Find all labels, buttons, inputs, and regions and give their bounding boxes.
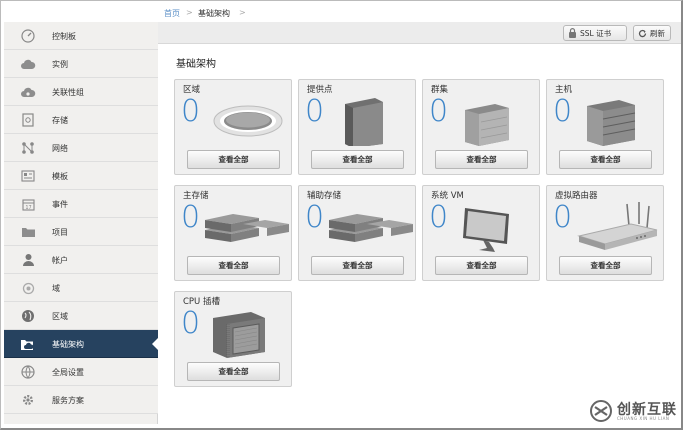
sidebar-item-templates[interactable]: 模板 (4, 162, 158, 190)
card-count: 0 (305, 94, 325, 129)
gear-icon (20, 392, 36, 408)
card-cpu-sockets: CPU 插槽 0 查看全部 (174, 291, 292, 387)
calendar-icon: 17 (20, 196, 36, 212)
refresh-button[interactable]: 刷新 (633, 25, 671, 41)
card-count: 0 (429, 200, 449, 235)
sidebar-item-instances[interactable]: 实例 (4, 50, 158, 78)
refresh-label: 刷新 (650, 28, 665, 38)
storage-icon (20, 112, 36, 128)
sidebar-item-network[interactable]: 网络 (4, 134, 158, 162)
view-all-button[interactable]: 查看全部 (311, 150, 404, 169)
card-secondary-storage: 辅助存储 0 查看全部 (298, 185, 416, 281)
sidebar-item-events[interactable]: 17 事件 (4, 190, 158, 218)
view-all-button[interactable]: 查看全部 (187, 256, 280, 275)
sidebar-item-accounts[interactable]: 帐户 (4, 246, 158, 274)
page-title: 基础架构 (176, 59, 216, 70)
lock-icon (568, 28, 577, 38)
main-content: 基础架构 区域 0 查看全部 提供点 0 查看全部 群集 0 查看全部 主机 0… (158, 45, 681, 424)
breadcrumb-separator: > (239, 8, 246, 17)
system-vm-icon (451, 202, 537, 252)
sidebar-item-label: 项目 (52, 228, 68, 237)
host-icon (575, 96, 661, 146)
user-icon (20, 252, 36, 268)
zone-icon (203, 96, 289, 146)
breadcrumb-separator: > (186, 8, 193, 17)
card-count: 0 (181, 94, 201, 129)
sidebar-item-label: 域 (52, 284, 60, 293)
toolbar: SSL 证书 刷新 (158, 22, 681, 44)
domain-icon (20, 280, 36, 296)
breadcrumb: 首页 > 基础架构 > (158, 4, 681, 22)
sidebar-item-domains[interactable]: 域 (4, 274, 158, 302)
secondary-storage-icon (327, 202, 413, 252)
svg-text:17: 17 (25, 205, 31, 211)
card-count: 0 (553, 200, 573, 235)
world-settings-icon (20, 364, 36, 380)
sidebar-item-zones[interactable]: 区域 (4, 302, 158, 330)
sidebar-item-label: 控制板 (52, 32, 76, 41)
view-all-button[interactable]: 查看全部 (559, 150, 652, 169)
sidebar-item-label: 帐户 (52, 256, 68, 265)
view-all-button[interactable]: 查看全部 (187, 150, 280, 169)
cloud-icon (20, 56, 36, 72)
card-pods: 提供点 0 查看全部 (298, 79, 416, 175)
card-hosts: 主机 0 查看全部 (546, 79, 664, 175)
sidebar-item-infrastructure[interactable]: 基础架构 (4, 330, 159, 358)
card-primary-storage: 主存储 0 查看全部 (174, 185, 292, 281)
dashboard-icon (20, 28, 36, 44)
sidebar-item-label: 全局设置 (52, 368, 84, 377)
cloud-group-icon (20, 84, 36, 100)
folder-cloud-icon (20, 336, 36, 352)
card-zones: 区域 0 查看全部 (174, 79, 292, 175)
card-virtual-routers: 虚拟路由器 0 查看全部 (546, 185, 664, 281)
template-icon (20, 168, 36, 184)
logo-icon (590, 400, 612, 422)
breadcrumb-home-link[interactable]: 首页 (164, 8, 180, 19)
sidebar-item-label: 实例 (52, 60, 68, 69)
card-system-vms: 系统 VM 0 查看全部 (422, 185, 540, 281)
pod-icon (327, 96, 413, 148)
sidebar-item-label: 存储 (52, 116, 68, 125)
sidebar-item-label: 关联性组 (52, 88, 84, 97)
sidebar-item-label: 服务方案 (52, 396, 84, 405)
card-count: 0 (305, 200, 325, 235)
sidebar-item-label: 事件 (52, 200, 68, 209)
refresh-icon (638, 29, 647, 38)
sidebar-item-label: 网络 (52, 144, 68, 153)
sidebar: 控制板 实例 关联性组 存储 网络 模板 17 事件 项目 帐户 域 区域 基础… (4, 22, 159, 424)
watermark-logo: 创新互联 CHUANG XIN HU LIAN (589, 397, 679, 425)
view-all-button[interactable]: 查看全部 (187, 362, 280, 381)
card-count: 0 (181, 200, 201, 235)
card-count: 0 (429, 94, 449, 129)
sidebar-item-label: 模板 (52, 172, 68, 181)
cluster-icon (451, 96, 537, 146)
view-all-button[interactable]: 查看全部 (435, 150, 528, 169)
sidebar-item-affinity-groups[interactable]: 关联性组 (4, 78, 158, 106)
card-count: 0 (181, 306, 201, 341)
sidebar-item-dashboard[interactable]: 控制板 (4, 22, 158, 50)
sidebar-item-storage[interactable]: 存储 (4, 106, 158, 134)
globe-icon (20, 308, 36, 324)
view-all-button[interactable]: 查看全部 (559, 256, 652, 275)
card-clusters: 群集 0 查看全部 (422, 79, 540, 175)
router-icon (575, 202, 661, 252)
sidebar-item-label: 基础架构 (52, 340, 84, 349)
watermark-subtext: CHUANG XIN HU LIAN (617, 416, 670, 421)
folder-icon (20, 224, 36, 240)
sidebar-item-projects[interactable]: 项目 (4, 218, 158, 246)
ssl-certificate-button[interactable]: SSL 证书 (563, 25, 627, 41)
network-icon (20, 140, 36, 156)
view-all-button[interactable]: 查看全部 (435, 256, 528, 275)
primary-storage-icon (203, 202, 289, 252)
breadcrumb-current: 基础架构 (198, 9, 230, 18)
card-count: 0 (553, 94, 573, 129)
sidebar-item-label: 区域 (52, 312, 68, 321)
sidebar-item-global-settings[interactable]: 全局设置 (4, 358, 158, 386)
view-all-button[interactable]: 查看全部 (311, 256, 404, 275)
cpu-socket-icon (203, 308, 289, 358)
sidebar-item-service-offerings[interactable]: 服务方案 (4, 386, 158, 414)
ssl-certificate-label: SSL 证书 (580, 28, 612, 38)
